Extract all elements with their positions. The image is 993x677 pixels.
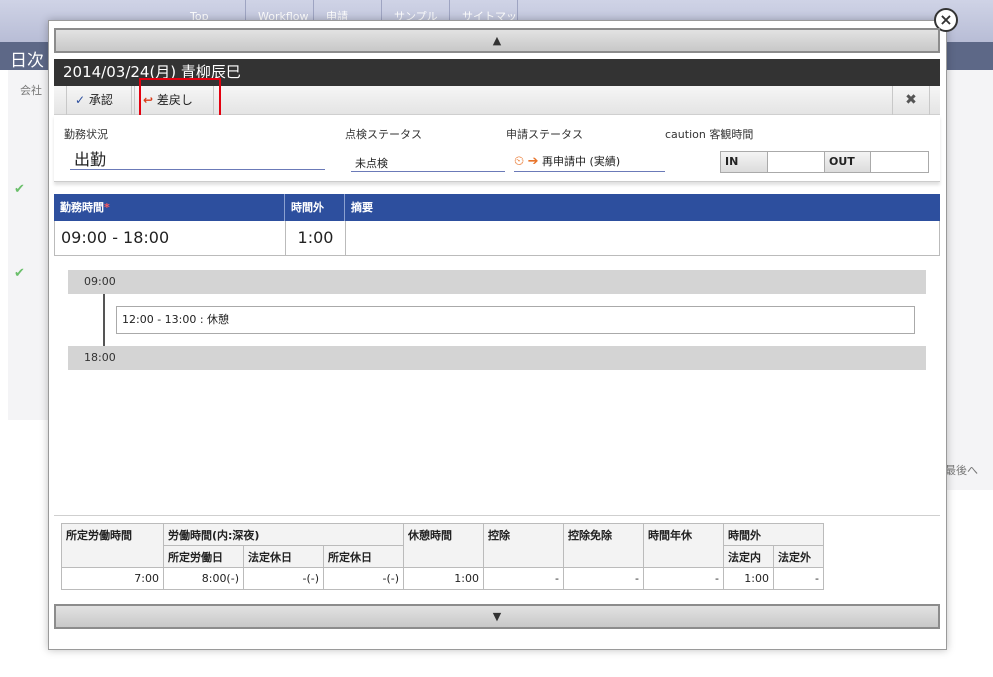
- in-value: [768, 152, 825, 172]
- sum-h-overtime-within: 法定内: [723, 545, 774, 568]
- required-mark: *: [104, 201, 110, 214]
- nav-item[interactable]: Top: [178, 0, 246, 20]
- arrow-right-icon: ➔: [527, 154, 539, 169]
- timeline-break-item[interactable]: 12:00 - 13:00 : 休憩: [116, 306, 915, 334]
- work-status-value[interactable]: 出勤: [70, 146, 325, 170]
- sum-h-hourly-leave: 時間年休: [643, 523, 724, 568]
- sum-value: 8:00(-): [163, 567, 244, 590]
- in-label: IN: [721, 152, 768, 172]
- sum-h-labor: 労働時間(内:深夜): [163, 523, 404, 546]
- sum-value: 7:00: [61, 567, 164, 590]
- approve-check-icon: ✓: [75, 93, 86, 107]
- out-value: [871, 152, 928, 172]
- background-nav: Top Workflow 申請 サンプル サイトマップ: [178, 0, 590, 20]
- sum-h-deduct: 控除: [483, 523, 564, 568]
- timeline-start: 09:00: [68, 270, 926, 294]
- approve-label: 承認: [88, 93, 113, 107]
- sum-value: -: [643, 567, 724, 590]
- sum-h-scheduled: 所定労働時間: [61, 523, 164, 568]
- check-status-value: 未点検: [351, 155, 505, 172]
- work-time-value[interactable]: 09:00 - 18:00: [55, 221, 286, 255]
- header-work-time-label: 勤務時間: [60, 201, 104, 214]
- header-summary: 摘要: [351, 201, 373, 214]
- summary-table: 所定労働時間 労働時間(内:深夜) 休憩時間 控除 控除免除 時間年休 時間外 …: [61, 523, 824, 590]
- nav-item[interactable]: Workflow: [246, 0, 314, 20]
- check-status-label: 点検ステータス: [345, 128, 422, 141]
- sum-value: 1:00: [403, 567, 484, 590]
- scroll-down-button[interactable]: ▼: [54, 604, 940, 629]
- background-right-panel: 最後へ: [945, 70, 993, 490]
- apply-status-value: 再申請中 (実績): [542, 155, 621, 168]
- sum-h-labor-scheduled-day: 所定労働日: [163, 545, 244, 568]
- nav-item[interactable]: サイトマップ: [450, 0, 518, 20]
- sum-h-labor-legal-holiday: 法定休日: [243, 545, 324, 568]
- sum-value: -: [483, 567, 564, 590]
- sum-h-overtime-beyond: 法定外: [773, 545, 824, 568]
- summary-value[interactable]: [346, 221, 940, 255]
- sum-value: -(-): [323, 567, 404, 590]
- sum-h-labor-scheduled-holiday: 所定休日: [323, 545, 404, 568]
- work-status-label: 勤務状況: [64, 128, 108, 141]
- apply-status-label: 申請ステータス: [506, 128, 583, 141]
- out-label: OUT: [825, 152, 871, 172]
- sum-h-break: 休憩時間: [403, 523, 484, 568]
- check-icon: ✔: [14, 182, 25, 197]
- scroll-up-button[interactable]: ▲: [54, 28, 940, 53]
- sum-value: -(-): [243, 567, 324, 590]
- overtime-value[interactable]: 1:00: [286, 221, 346, 255]
- toolbar-close-button[interactable]: ✖: [892, 86, 930, 115]
- timeline-end: 18:00: [68, 346, 926, 370]
- objective-time-box: IN OUT: [720, 151, 929, 173]
- header-overtime: 時間外: [285, 194, 345, 221]
- work-table-row[interactable]: 09:00 - 18:00 1:00: [54, 221, 940, 256]
- sum-value: 1:00: [723, 567, 774, 590]
- nav-item[interactable]: サンプル: [382, 0, 450, 20]
- company-label: 会社: [20, 84, 42, 97]
- approve-button[interactable]: ✓ 承認: [66, 86, 132, 115]
- timeline-line: [103, 294, 105, 346]
- clock-icon: ⏲: [514, 154, 525, 169]
- check-icon: ✔: [14, 266, 25, 281]
- last-page-link[interactable]: 最後へ: [945, 462, 978, 478]
- nav-item[interactable]: 申請: [314, 0, 382, 20]
- header-work-time: 勤務時間*: [54, 194, 285, 221]
- divider: [54, 515, 940, 516]
- apply-status-field: ⏲ ➔ 再申請中 (実績): [514, 153, 665, 172]
- work-table-header: 勤務時間* 時間外 摘要: [54, 194, 940, 221]
- objective-time-label: caution 客観時間: [665, 128, 754, 141]
- sum-value: -: [563, 567, 644, 590]
- sum-value: -: [773, 567, 824, 590]
- page-title: 日次: [10, 51, 44, 71]
- sum-h-overtime: 時間外: [723, 523, 824, 546]
- sum-h-deduct-exempt: 控除免除: [563, 523, 644, 568]
